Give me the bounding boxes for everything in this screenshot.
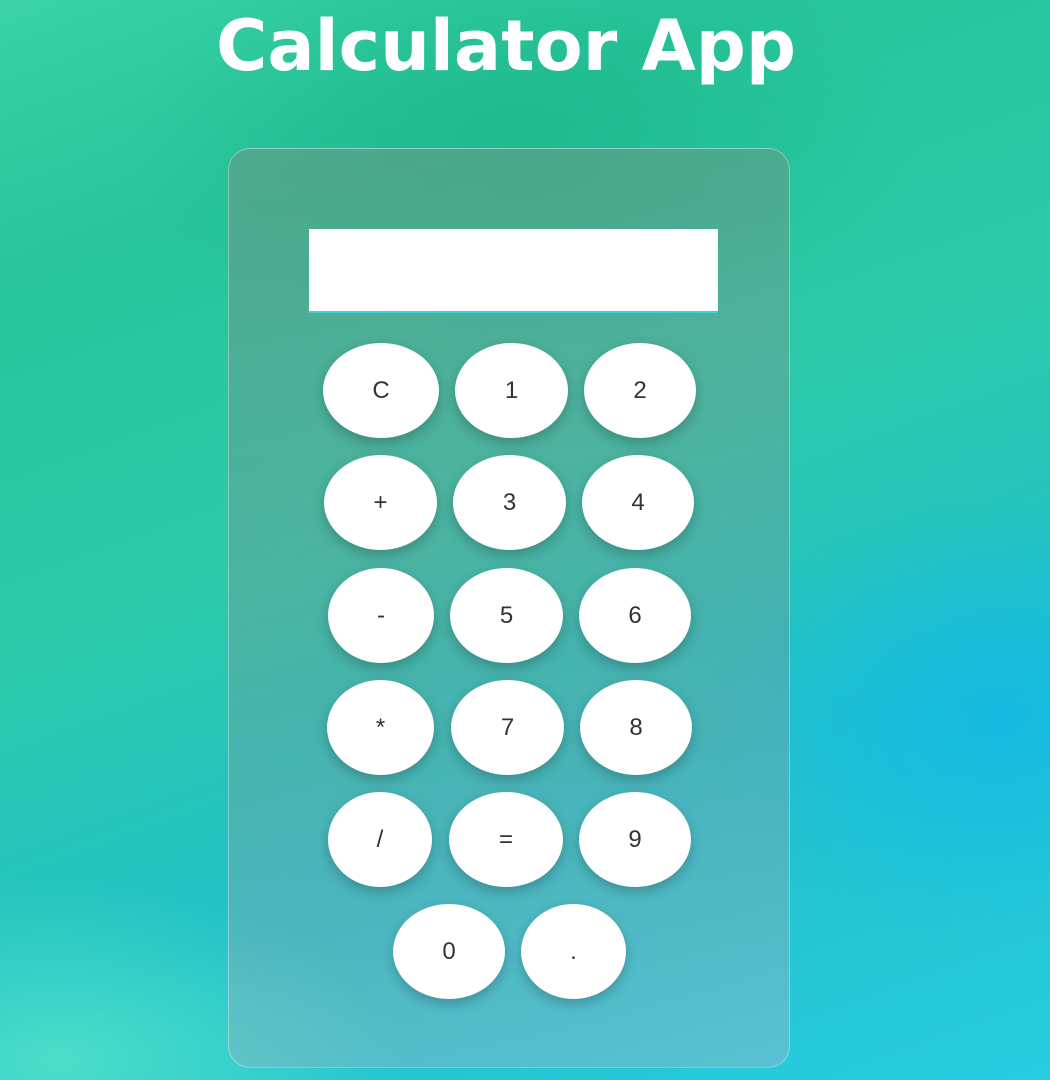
subtract-button[interactable]: - bbox=[328, 568, 434, 663]
page-title: Calculator App bbox=[216, 5, 796, 87]
digit-1-button[interactable]: 1 bbox=[455, 343, 568, 438]
add-button[interactable]: + bbox=[324, 455, 437, 550]
equals-button[interactable]: = bbox=[449, 792, 563, 887]
digit-6-button[interactable]: 6 bbox=[579, 568, 691, 663]
digit-3-button[interactable]: 3 bbox=[453, 455, 566, 550]
digit-2-button[interactable]: 2 bbox=[584, 343, 696, 438]
clear-button[interactable]: C bbox=[323, 343, 439, 438]
digit-5-button[interactable]: 5 bbox=[450, 568, 563, 663]
digit-4-button[interactable]: 4 bbox=[582, 455, 694, 550]
digit-0-button[interactable]: 0 bbox=[393, 904, 505, 999]
divide-button[interactable]: / bbox=[328, 792, 432, 887]
decimal-button[interactable]: . bbox=[521, 904, 626, 999]
digit-7-button[interactable]: 7 bbox=[451, 680, 564, 775]
multiply-button[interactable]: * bbox=[327, 680, 434, 775]
calculator-display[interactable] bbox=[309, 229, 718, 313]
digit-8-button[interactable]: 8 bbox=[580, 680, 692, 775]
digit-9-button[interactable]: 9 bbox=[579, 792, 691, 887]
